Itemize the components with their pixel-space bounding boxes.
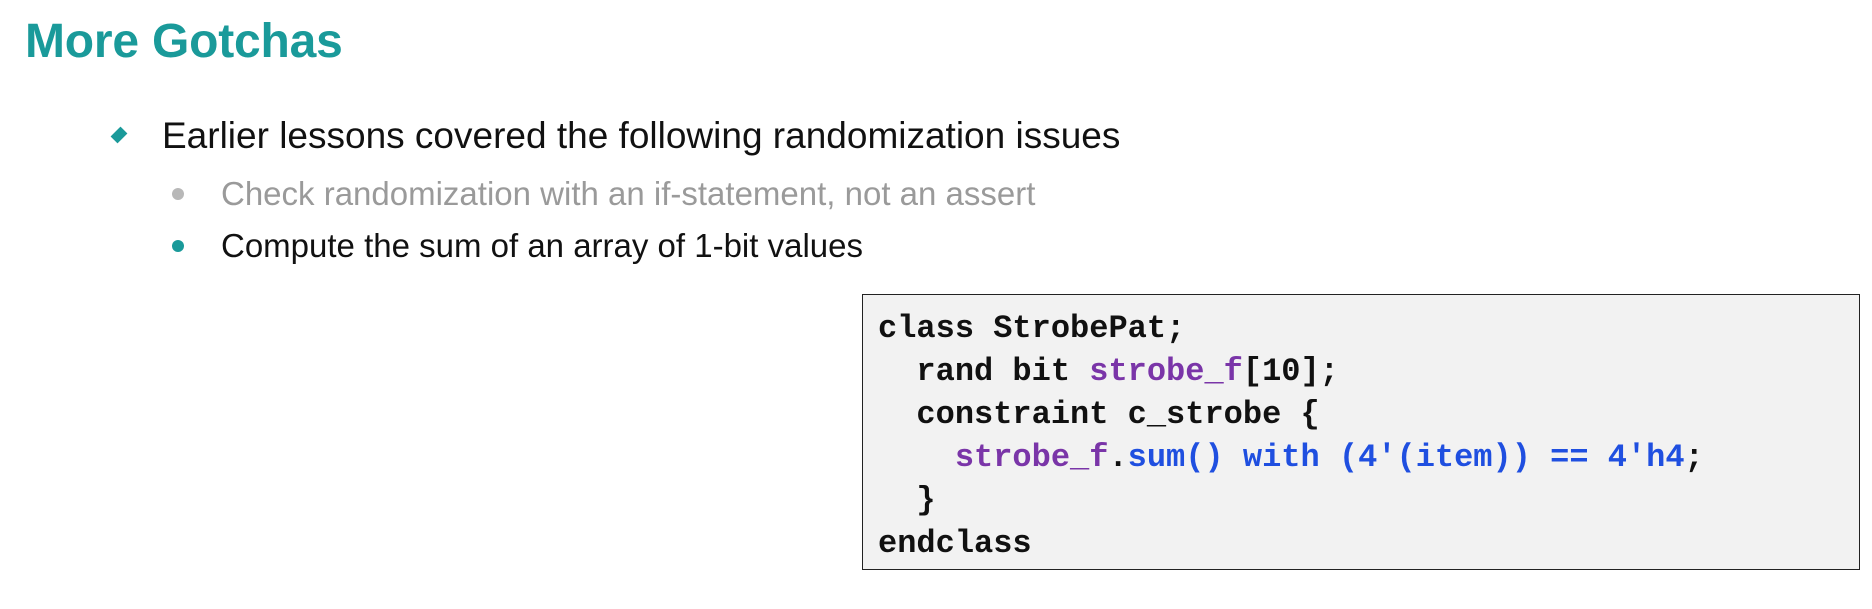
code-identifier: strobe_f [1089,353,1243,390]
code-text: endclass [878,525,1032,562]
bullet-level2-text: Check randomization with an if-statement… [221,175,1036,212]
bullet-level2-current: Compute the sum of an array of 1-bit val… [172,227,863,265]
code-text: [10]; [1242,353,1339,390]
code-line-1: class StrobePat; [878,307,1859,350]
code-line-6: endclass [878,522,1859,565]
code-line-2: rand bit strobe_f[10]; [878,350,1859,393]
code-line-4: strobe_f.sum() with (4'(item)) == 4'h4; [878,436,1859,479]
code-identifier: strobe_f [954,439,1109,476]
code-highlight: sum() with (4'(item)) == 4'h4 [1127,439,1685,476]
code-text: . [1108,439,1128,476]
code-text: } [878,482,936,519]
code-text: class StrobePat; [878,310,1186,347]
code-line-5: } [878,479,1859,522]
slide-title: More Gotchas [25,15,343,68]
code-text: constraint c_strobe { [878,396,1320,433]
code-line-3: constraint c_strobe { [878,393,1859,436]
code-text: rand bit [878,353,1090,390]
bullet-level2-dimmed: Check randomization with an if-statement… [172,175,1035,213]
code-text: ; [1684,439,1704,476]
dot-bullet-icon [172,188,184,200]
bullet-level2-text: Compute the sum of an array of 1-bit val… [221,227,863,264]
bullet-level1-text: Earlier lessons covered the following ra… [162,115,1121,156]
bullet-level1: Earlier lessons covered the following ra… [108,115,1120,157]
dot-bullet-icon [172,240,184,252]
code-block: class StrobePat; rand bit strobe_f[10]; … [862,294,1860,570]
diamond-bullet-icon [110,126,128,144]
